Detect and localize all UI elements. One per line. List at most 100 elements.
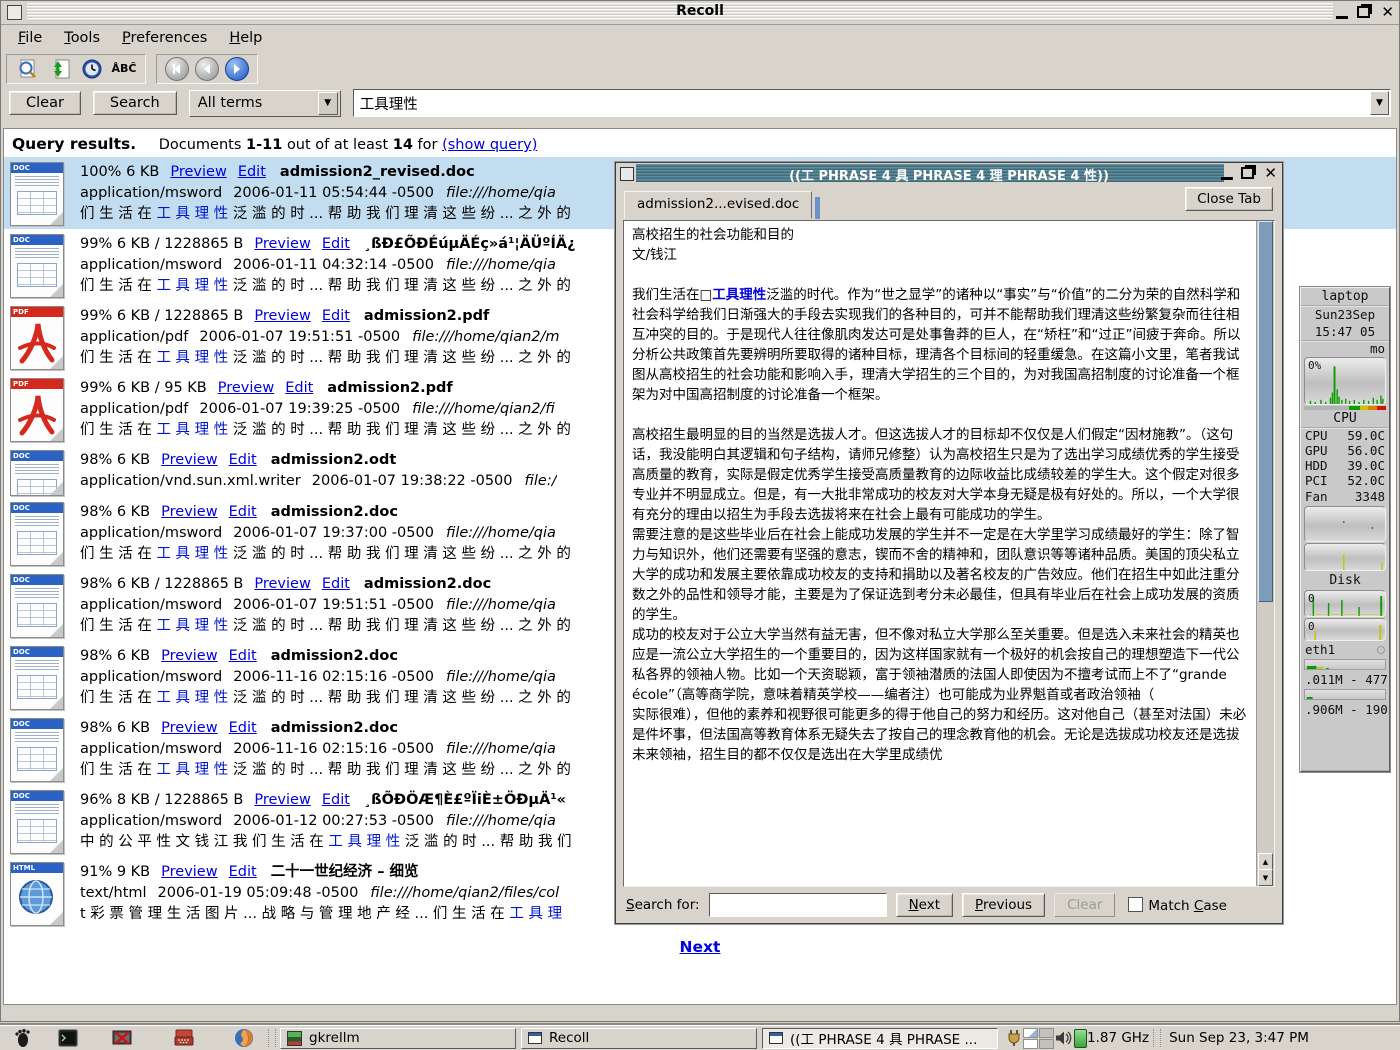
history-clock-icon[interactable] <box>79 57 105 81</box>
preview-link[interactable]: Preview <box>161 720 217 736</box>
taskbar-window-button[interactable]: Recoll <box>521 1028 757 1049</box>
menu-item[interactable]: Help <box>220 27 271 49</box>
chevron-down-icon[interactable]: ▼ <box>318 92 338 115</box>
edit-link[interactable]: Edit <box>322 576 350 592</box>
minimize-icon[interactable] <box>1336 6 1348 19</box>
preview-link[interactable]: Preview <box>161 864 217 880</box>
close-icon[interactable]: ✕ <box>1381 5 1394 19</box>
scroll-down-icon[interactable]: ▼ <box>1258 869 1273 886</box>
taskbar-clock[interactable]: Sun Sep 23, 3:47 PM <box>1169 1030 1309 1046</box>
search-document-icon[interactable] <box>15 57 41 81</box>
nav-first-icon[interactable] <box>165 57 189 81</box>
gkrellm-spacer <box>1301 718 1389 770</box>
disk-chart-2[interactable]: 0 <box>1304 618 1386 641</box>
preview-maximize-icon[interactable] <box>1241 167 1254 179</box>
sort-icon[interactable] <box>47 57 73 81</box>
preview-link[interactable]: Preview <box>254 236 310 252</box>
query-input[interactable] <box>354 90 1370 116</box>
edit-link[interactable]: Edit <box>229 720 257 736</box>
close-tab-button[interactable]: Close Tab <box>1185 187 1273 211</box>
file-type-badge: DOC <box>11 503 63 513</box>
mail-row[interactable]: 1/192 <box>1301 771 1389 772</box>
preview-link[interactable]: Preview <box>161 452 217 468</box>
maximize-icon[interactable] <box>1357 6 1370 18</box>
firefox-icon[interactable] <box>232 1027 256 1049</box>
edit-link[interactable]: Edit <box>229 452 257 468</box>
preview-link[interactable]: Preview <box>254 576 310 592</box>
cpu-chart[interactable]: 0% <box>1304 357 1386 405</box>
edit-link[interactable]: Edit <box>285 380 313 396</box>
taskbar-window-button[interactable]: gkrellm <box>280 1028 516 1049</box>
find-previous-button[interactable]: Previous <box>962 893 1045 917</box>
find-clear-button[interactable]: Clear <box>1054 893 1115 917</box>
preview-scrollbar[interactable]: ▲ ▼ <box>1256 221 1274 886</box>
gnome-menu-foot-icon[interactable] <box>10 1027 34 1049</box>
power-plug-icon[interactable] <box>1005 1027 1023 1049</box>
preview-link[interactable]: Preview <box>254 308 310 324</box>
preview-link[interactable]: Preview <box>161 648 217 664</box>
preview-link[interactable]: Preview <box>161 504 217 520</box>
edit-link[interactable]: Edit <box>229 648 257 664</box>
query-history-chevron-icon[interactable]: ▼ <box>1370 91 1389 115</box>
preview-paragraph: 成功的校友对于公立大学当然有益无害，但不像对私立大学那么至关重要。但是选入未来社… <box>632 625 1252 705</box>
paragraph-text: 泛滥的时代。作为“世之显学”的诸种以“事实”与“价值”的二分为荣的自然科学和社会… <box>632 287 1240 403</box>
term-explorer-icon[interactable]: ÅBĈ <box>111 57 137 81</box>
recoll-titlebar[interactable]: Recoll ✕ <box>1 1 1399 25</box>
find-next-button[interactable]: Next <box>896 893 953 917</box>
result-line-2: application/msword2006-01-11 05:54:44 -0… <box>80 183 571 204</box>
net-led-icon <box>1377 646 1385 654</box>
edit-link[interactable]: Edit <box>229 504 257 520</box>
result-mimetype: application/msword <box>80 669 222 685</box>
search-button[interactable]: Search <box>93 91 177 115</box>
net-rx-strip <box>1304 659 1386 670</box>
menu-item[interactable]: Tools <box>55 27 109 49</box>
menu-item[interactable]: File <box>9 27 51 49</box>
panel-handle[interactable] <box>268 1029 276 1047</box>
preview-tab[interactable]: admission2...evised.doc <box>624 191 812 219</box>
preview-tab-bar: admission2...evised.doc Close Tab <box>616 184 1282 219</box>
edit-link[interactable]: Edit <box>322 236 350 252</box>
preview-search-input[interactable] <box>709 893 887 917</box>
edit-link[interactable]: Edit <box>322 308 350 324</box>
preview-close-icon[interactable]: ✕ <box>1264 166 1277 180</box>
preview-paragraph: 高校招生的社会功能和目的 <box>632 225 1252 245</box>
cpu-freq-icon[interactable] <box>1074 1029 1087 1048</box>
menu-item[interactable]: Preferences <box>113 27 216 49</box>
edit-link[interactable]: Edit <box>322 792 350 808</box>
results-for: for <box>418 137 438 153</box>
lock-screen-icon[interactable] <box>110 1027 134 1049</box>
preview-titlebar[interactable]: ((工 PHRASE 4 具 PHRASE 4 理 PHRASE 4 性)) ✕ <box>616 163 1282 184</box>
disk-chart-1[interactable]: 0 <box>1304 590 1386 617</box>
clock-handle[interactable] <box>1153 1029 1161 1047</box>
temp-chart[interactable] <box>1304 543 1386 571</box>
toolbar: ÅBĈ <box>1 51 1399 86</box>
fan-chart[interactable] <box>1304 506 1386 542</box>
match-case-checkbox[interactable] <box>1128 897 1143 912</box>
file-type-badge: PDF <box>11 379 63 389</box>
preview-minimize-icon[interactable] <box>1221 167 1233 180</box>
match-case-option[interactable]: Match Case <box>1128 897 1227 914</box>
print-icon[interactable] <box>172 1027 196 1049</box>
edit-link[interactable]: Edit <box>238 164 266 180</box>
show-query-link[interactable]: (show query) <box>442 137 537 153</box>
scrollbar-thumb[interactable] <box>1258 221 1273 602</box>
scroll-up-icon[interactable]: ▲ <box>1258 853 1273 870</box>
preview-link[interactable]: Preview <box>254 792 310 808</box>
window-title: Recoll <box>1 3 1399 19</box>
taskbar-window-button[interactable]: ((工 PHRASE 4 具 PHRASE ... <box>762 1028 998 1049</box>
nav-prev-icon[interactable] <box>195 57 219 81</box>
search-mode-select[interactable]: All terms ▼ <box>189 90 341 117</box>
terminal-icon[interactable] <box>56 1027 80 1049</box>
preview-link[interactable]: Preview <box>170 164 226 180</box>
snippet-term: 工 具 理 性 <box>156 206 228 222</box>
snippet-before: t 彩 票 管 理 生 活 图 片 ... 战 略 与 管 理 地 产 经 ..… <box>80 906 509 922</box>
edit-link[interactable]: Edit <box>229 864 257 880</box>
volume-icon[interactable] <box>1054 1027 1074 1049</box>
next-page-link[interactable]: Next <box>680 938 721 956</box>
nav-next-icon[interactable] <box>225 57 249 81</box>
preview-link[interactable]: Preview <box>218 380 274 396</box>
workspace-pager-icon[interactable] <box>1023 1028 1054 1049</box>
clear-button[interactable]: Clear <box>9 91 81 115</box>
result-datetime: 2006-01-07 19:37:00 -0500 <box>233 525 434 541</box>
result-url: file:///home/qia <box>446 669 556 685</box>
